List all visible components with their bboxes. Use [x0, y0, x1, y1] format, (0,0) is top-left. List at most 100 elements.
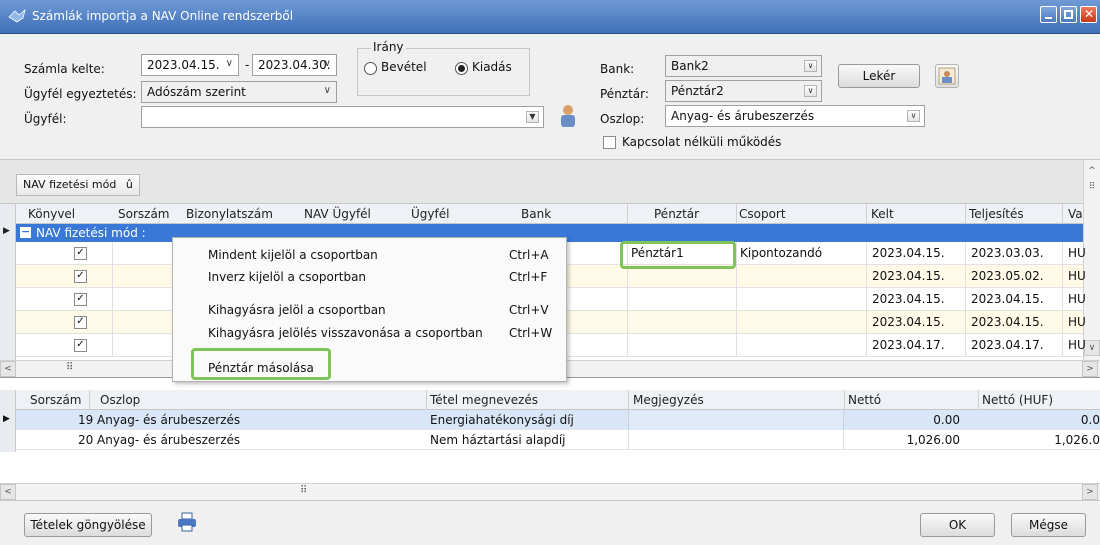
close-button[interactable]: ✕	[1080, 6, 1097, 23]
group-tag[interactable]: NAV fizetési mód û	[16, 174, 140, 196]
lower-horizontal-scrollbar[interactable]: < ⠿ >	[0, 483, 1100, 500]
column-select[interactable]: Anyag- és árubeszerzés ∨	[665, 105, 925, 127]
col-line	[736, 311, 737, 334]
col-header-item-name[interactable]: Tétel megnevezés	[430, 393, 538, 407]
note-cell[interactable]	[628, 410, 844, 430]
match-value: Adószám szerint	[147, 85, 246, 99]
col-line	[736, 334, 737, 357]
match-select[interactable]: Adószám szerint ∨	[141, 81, 337, 103]
col-divider	[866, 204, 867, 224]
item-cell: Energiahatékonysági díj	[430, 413, 574, 427]
income-label: Bevétel	[381, 60, 427, 74]
menu-item-label: Kihagyásra jelöl a csoportban	[208, 303, 386, 317]
bank-select[interactable]: Bank2 ∨	[665, 55, 822, 77]
col-divider	[89, 390, 90, 410]
col-header-book[interactable]: Könyvel	[28, 207, 75, 221]
col-header-serial[interactable]: Sorszám	[30, 393, 82, 407]
col-line	[112, 265, 113, 288]
column-label: Oszlop:	[600, 112, 645, 126]
serial-cell: 20	[78, 433, 94, 447]
table-row[interactable]: 20 Anyag- és árubeszerzés Nem háztartási…	[16, 430, 1100, 450]
scroll-right-icon[interactable]: >	[1082, 361, 1098, 377]
scroll-left-icon[interactable]: <	[0, 361, 16, 377]
menu-item-label: Mindent kijelöl a csoportban	[208, 248, 378, 262]
scroll-left-icon[interactable]: <	[0, 484, 16, 500]
minimize-button[interactable]	[1040, 6, 1057, 23]
footer-bar: Tételek göngyölése OK Mégse	[0, 500, 1100, 545]
ok-button[interactable]: OK	[920, 513, 995, 537]
book-checkbox[interactable]: ✓	[74, 339, 87, 352]
col-header-net-huf[interactable]: Nettó (HUF)	[982, 393, 1053, 407]
col-line	[736, 288, 737, 311]
col-header-note[interactable]: Megjegyzés	[633, 393, 704, 407]
col-line	[736, 265, 737, 288]
cashbox-highlight	[620, 241, 736, 269]
client-select[interactable]: ▼	[141, 106, 544, 128]
date-to-picker[interactable]: 2023.04.30. ∨	[252, 54, 337, 76]
chevron-down-icon: ∨	[804, 60, 817, 72]
offline-checkbox[interactable]	[603, 136, 616, 149]
book-checkbox[interactable]: ✓	[74, 270, 87, 283]
scroll-down-icon[interactable]: ∨	[1084, 340, 1100, 356]
print-button[interactable]	[176, 511, 200, 535]
col-divider	[844, 390, 845, 410]
filter-panel: Számla kelte: 2023.04.15. ∨ - 2023.04.30.…	[0, 34, 1100, 160]
col-line	[1062, 242, 1063, 265]
col-header-doc-number[interactable]: Bizonylatszám	[186, 207, 273, 221]
collapse-icon[interactable]: −	[20, 226, 31, 238]
cancel-button[interactable]: Mégse	[1011, 513, 1086, 537]
menu-item-invert[interactable]: Inverz kijelöl a csoportban Ctrl+F	[173, 266, 566, 288]
items-grid-header: Sorszám Oszlop Tétel megnevezés Megjegyz…	[16, 390, 1100, 410]
date-cell: 2023.04.15.	[872, 246, 945, 260]
income-radio[interactable]	[364, 62, 377, 75]
col-header-column[interactable]: Oszlop	[100, 393, 140, 407]
col-header-fulfilment[interactable]: Teljesítés	[969, 207, 1024, 221]
upper-vertical-scrollbar[interactable]: ^ ⠿ ∨	[1083, 160, 1100, 360]
scroll-up-icon[interactable]: ^	[1084, 164, 1100, 180]
note-cell[interactable]	[628, 430, 844, 450]
col-header-bank[interactable]: Bank	[521, 207, 551, 221]
group-panel: NAV fizetési mód û	[0, 160, 1083, 204]
column-cell: Anyag- és árubeszerzés	[97, 413, 241, 427]
person-card-icon	[938, 67, 956, 85]
col-header-currency[interactable]: Va	[1068, 207, 1083, 221]
col-header-date[interactable]: Kelt	[871, 207, 894, 221]
menu-item-mark-skip[interactable]: Kihagyásra jelöl a csoportban Ctrl+V	[173, 299, 566, 321]
table-row[interactable]: 19 Anyag- és árubeszerzés Energiahatékon…	[16, 410, 1100, 430]
col-header-nav-client[interactable]: NAV Ügyfél	[304, 207, 371, 221]
col-header-serial[interactable]: Sorszám	[118, 207, 170, 221]
maximize-button[interactable]	[1060, 6, 1077, 23]
cashbox-select[interactable]: Pénztár2 ∨	[665, 80, 822, 102]
book-checkbox[interactable]: ✓	[74, 316, 87, 329]
col-line	[1062, 265, 1063, 288]
scroll-right-icon[interactable]: >	[1082, 484, 1098, 500]
col-header-net[interactable]: Nettó	[848, 393, 881, 407]
col-header-group[interactable]: Csoport	[739, 207, 786, 221]
menu-item-select-all[interactable]: Mindent kijelöl a csoportban Ctrl+A	[173, 244, 566, 266]
book-checkbox[interactable]: ✓	[74, 293, 87, 306]
col-header-client[interactable]: Ügyfél	[411, 207, 449, 221]
col-line	[112, 242, 113, 265]
date-cell: 2023.04.15.	[872, 315, 945, 329]
col-line	[965, 265, 966, 288]
context-menu: Mindent kijelöl a csoportban Ctrl+A Inve…	[172, 237, 567, 382]
title-bar: Számlák importja a NAV Online rendszerbő…	[0, 0, 1100, 34]
col-divider	[978, 390, 979, 410]
fetch-button[interactable]: Lekér	[838, 64, 920, 88]
bank-label: Bank:	[600, 62, 635, 76]
book-checkbox[interactable]: ✓	[74, 247, 87, 260]
client-label: Ügyfél:	[24, 112, 67, 126]
col-line	[866, 265, 867, 288]
menu-item-undo-skip[interactable]: Kihagyásra jelölés visszavonása a csopor…	[173, 322, 566, 344]
group-cell: Kipontozandó	[740, 246, 823, 260]
expense-radio[interactable]	[455, 62, 468, 75]
client-lookup-button[interactable]	[556, 103, 580, 129]
menu-item-shortcut: Ctrl+V	[509, 303, 549, 317]
rollup-button[interactable]: Tételek göngyölése	[24, 513, 152, 537]
group-tag-label: NAV fizetési mód	[23, 178, 117, 191]
col-line	[866, 334, 867, 357]
user-settings-button[interactable]	[935, 64, 959, 88]
col-line	[112, 334, 113, 357]
col-header-cashbox[interactable]: Pénztár	[654, 207, 699, 221]
date-from-picker[interactable]: 2023.04.15. ∨	[141, 54, 239, 76]
